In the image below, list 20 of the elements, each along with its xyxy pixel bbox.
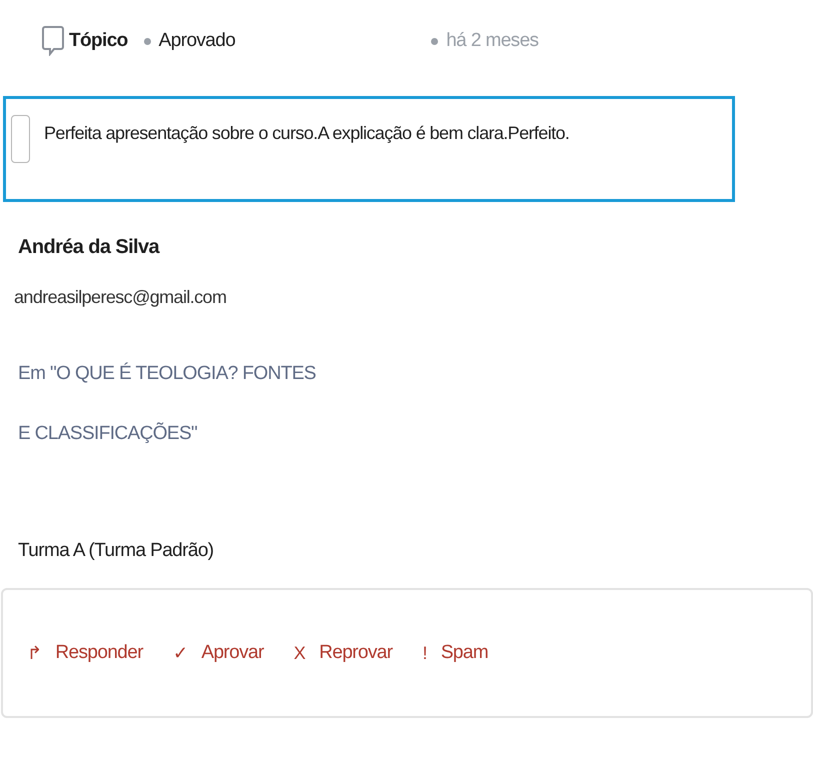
post-type-label: Tópico xyxy=(69,30,128,52)
action-button[interactable]: Responder xyxy=(55,642,143,664)
speech-bubble-icon xyxy=(42,26,64,56)
action-button[interactable]: Spam xyxy=(440,642,488,664)
bullet-icon xyxy=(144,38,151,44)
action-icon: ↱ xyxy=(27,642,42,664)
author-email: andreasilperesc@gmail.com xyxy=(14,287,228,308)
author-name: Andréa da Silva xyxy=(18,236,161,259)
action-button[interactable]: Reprovar xyxy=(319,642,392,664)
status-label: Aprovado xyxy=(158,30,236,52)
course-link[interactable]: Em "O QUE É TEOLOGIA? FONTES E CLASSIFICAÇÕES" xyxy=(18,344,318,464)
comment-text: Perfeita apresentação sobre o curso.A explicação é bem clara.Perfeito. xyxy=(44,123,570,144)
checkbox[interactable] xyxy=(11,115,30,163)
action-button[interactable]: Aprovar xyxy=(201,642,264,664)
timestamp: há 2 meses xyxy=(446,30,538,52)
bullet-icon xyxy=(431,38,438,44)
class-name: Turma A (Turma Padrão) xyxy=(18,540,215,562)
action-icon: ! xyxy=(422,642,427,664)
action-icon: ✓ xyxy=(172,642,188,664)
action-icon: X xyxy=(294,642,306,664)
